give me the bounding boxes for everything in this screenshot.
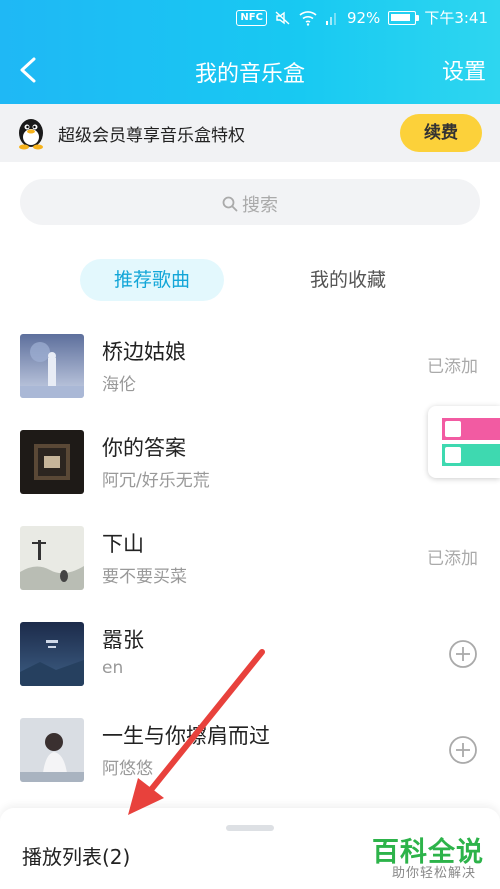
album-cover [20, 526, 84, 590]
song-artist: 阿冗/好乐无荒 [102, 471, 210, 491]
battery-percent: 92% [346, 8, 381, 27]
search-icon [222, 196, 238, 212]
playlist-label[interactable]: 播放列表(2) [22, 841, 130, 870]
song-title: 下山 [102, 532, 144, 556]
floating-widget[interactable] [428, 406, 500, 478]
song-title: 你的答案 [102, 436, 186, 460]
album-cover [20, 334, 84, 398]
wifi-icon [299, 10, 317, 26]
song-item[interactable]: 你的答案 阿冗/好乐无荒 [0, 430, 500, 526]
settings-button[interactable]: 设置 [442, 54, 486, 86]
watermark-subtitle: 助你轻松解决 [391, 866, 476, 881]
song-item[interactable]: 嚣张 en [0, 622, 500, 718]
page-title: 我的音乐盒 [194, 62, 305, 87]
vip-banner-text: 超级会员尊享音乐盒特权 [58, 126, 245, 146]
search-placeholder: 搜索 [242, 195, 278, 216]
added-status: 已添加 [427, 549, 478, 569]
song-title: 嚣张 [102, 628, 144, 652]
song-title: 一生与你擦肩而过 [102, 724, 270, 748]
doc-icon [445, 421, 461, 437]
renew-button[interactable]: 续费 [400, 114, 482, 152]
qq-penguin-icon [19, 119, 43, 150]
tab-favorites[interactable]: 我的收藏 [280, 259, 416, 301]
nfc-icon: NFC [236, 9, 267, 26]
song-artist: 要不要买菜 [102, 567, 187, 587]
clock: 下午3:41 [424, 9, 488, 27]
status-bar: NFC 92% 下午3:41 [0, 0, 500, 34]
nav-bar: 我的音乐盒 设置 [0, 34, 500, 104]
add-circle-icon[interactable] [448, 639, 478, 669]
floating-widget-doc[interactable] [442, 418, 500, 440]
song-artist: 阿悠悠 [102, 759, 153, 779]
mute-icon [275, 10, 290, 25]
tab-recommended[interactable]: 推荐歌曲 [80, 259, 224, 301]
album-cover [20, 718, 84, 782]
floating-widget-link[interactable] [442, 444, 500, 466]
signal-icon [325, 12, 336, 25]
song-item[interactable]: 一生与你擦肩而过 阿悠悠 [0, 718, 500, 814]
added-status: 已添加 [427, 357, 478, 377]
bottom-sheet[interactable]: 播放列表(2) 百科全说 助你轻松解决 [0, 808, 500, 889]
drag-handle[interactable] [226, 825, 274, 831]
link-icon [445, 447, 461, 463]
song-item[interactable]: 下山 要不要买菜 已添加 [0, 526, 500, 622]
album-cover [20, 430, 84, 494]
song-artist: en [102, 658, 124, 678]
add-circle-icon[interactable] [448, 735, 478, 765]
song-title: 桥边姑娘 [102, 340, 186, 364]
song-item[interactable]: 桥边姑娘 海伦 已添加 [0, 334, 500, 430]
battery-icon [388, 10, 420, 25]
vip-banner: 超级会员尊享音乐盒特权 续费 [0, 104, 500, 162]
album-cover [20, 622, 84, 686]
battery-fill [391, 13, 411, 21]
search-bar[interactable]: 搜索 [20, 179, 480, 225]
song-artist: 海伦 [102, 375, 136, 395]
